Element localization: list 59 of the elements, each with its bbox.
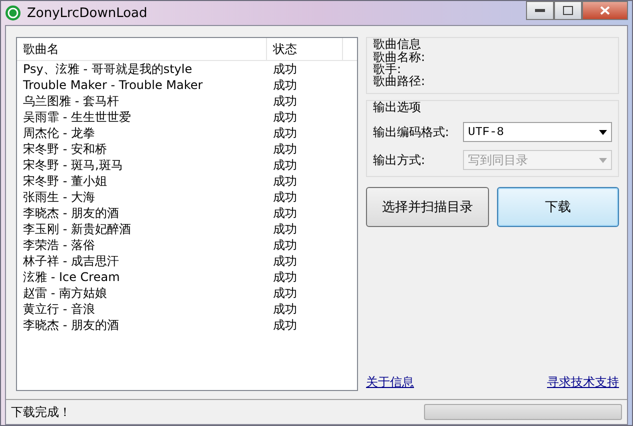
field-label: 输出方式: (373, 152, 426, 168)
minimize-button[interactable] (526, 1, 554, 20)
dropdown-arrow-icon (599, 158, 607, 162)
song-name: Psy、泫雅 - 哥哥就是我的style (22, 60, 194, 78)
status-text: 成功 (272, 156, 298, 174)
group-title: 输出选项 (373, 100, 422, 114)
link[interactable]: 关于信息 (366, 374, 414, 391)
song-name: 宋冬野 - 董小姐 (22, 172, 108, 190)
close-icon (600, 6, 610, 15)
field-label: 输出编码格式: (373, 124, 450, 140)
status-text: 成功 (272, 268, 298, 286)
song-name: 宋冬野 - 斑马,斑马 (22, 156, 124, 174)
scan-button[interactable]: 选择并扫描目录 (366, 187, 488, 227)
maximize-button[interactable] (554, 1, 582, 20)
status-text: 成功 (272, 60, 298, 78)
maximize-icon (563, 6, 573, 15)
close-button[interactable] (582, 1, 628, 20)
song-name: 李玉刚 - 新贵妃醉酒 (22, 220, 132, 238)
status-text: 成功 (272, 188, 298, 206)
status-text: 成功 (272, 92, 298, 110)
group-title: 歌曲信息 (373, 37, 422, 51)
status-text: 成功 (272, 76, 298, 94)
download-button[interactable]: 下载 (496, 187, 619, 227)
song-name: 李荣浩 - 落俗 (22, 236, 96, 254)
song-name: 张雨生 - 大海 (22, 188, 96, 206)
song-name: 周杰伦 - 龙拳 (22, 124, 96, 142)
field-label: 歌曲路径: (373, 75, 426, 87)
song-name: 赵雷 - 南方姑娘 (22, 284, 108, 302)
song-name: 林子祥 - 成吉思汗 (22, 252, 120, 270)
status-text: 成功 (272, 204, 298, 222)
song-name: 乌兰图雅 - 套马杆 (22, 92, 120, 110)
column-header[interactable]: 歌曲名 (17, 38, 267, 60)
app-icon (5, 5, 21, 21)
dropdown-arrow-icon (599, 130, 607, 134)
minimize-icon (535, 8, 545, 12)
status-text: 成功 (272, 236, 298, 254)
status-text: 成功 (272, 316, 298, 334)
status-text: 成功 (272, 300, 298, 318)
song-name: 黄立行 - 音浪 (22, 300, 96, 318)
status-text: 成功 (272, 284, 298, 302)
field-label: 歌曲名称: (373, 51, 426, 63)
field-label: 歌手: (373, 63, 402, 75)
song-name: 泫雅 - Ice Cream (22, 268, 121, 286)
status-message: 下载完成！ (11, 404, 71, 420)
window-title: ZonyLrcDownLoad (27, 6, 148, 20)
song-name: Trouble Maker - Trouble Maker (22, 78, 204, 92)
status-text: 成功 (272, 124, 298, 142)
song-name: 李晓杰 - 朋友的酒 (22, 204, 120, 222)
song-name: 宋冬野 - 安和桥 (22, 140, 108, 158)
status-text: 成功 (272, 108, 298, 126)
status-text: 成功 (272, 140, 298, 158)
status-text: 成功 (272, 220, 298, 238)
status-text: 成功 (272, 252, 298, 270)
column-header[interactable]: 状态 (267, 38, 343, 60)
dropdown[interactable]: UTF-8 (463, 122, 612, 142)
link[interactable]: 寻求技术支持 (547, 374, 619, 391)
status-text: 成功 (272, 172, 298, 190)
song-name: 吴雨霏 - 生生世世爱 (22, 108, 132, 126)
song-name: 李晓杰 - 朋友的酒 (22, 316, 120, 334)
